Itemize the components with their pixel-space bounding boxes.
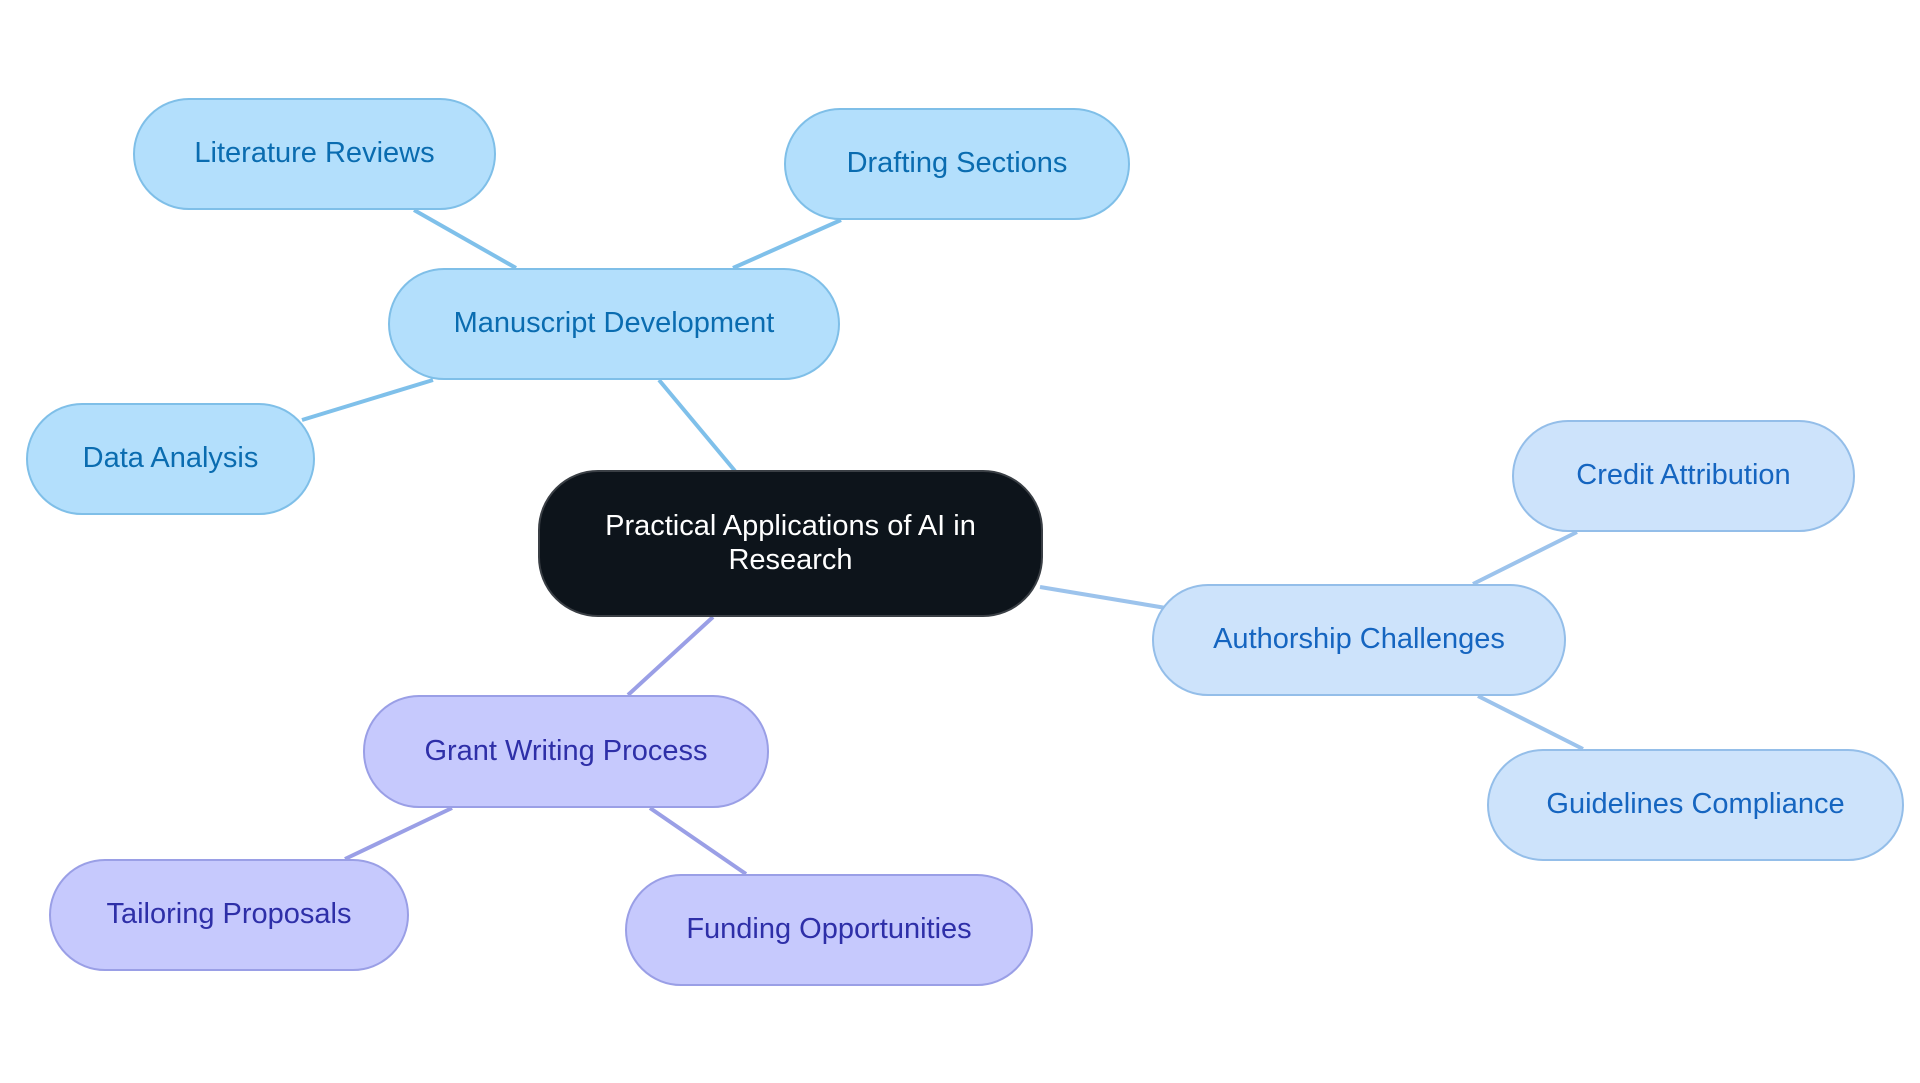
node-label: Guidelines Compliance [1546, 788, 1845, 821]
edge-root-authorship [1039, 585, 1167, 610]
edge-manuscript-literature [413, 208, 517, 270]
edge-root-manuscript [657, 378, 737, 473]
edge-grant-tailoring [344, 806, 453, 861]
node-label: Data Analysis [82, 442, 259, 475]
node-credit-attribution[interactable]: Credit Attribution [1512, 420, 1855, 532]
node-data-analysis[interactable]: Data Analysis [26, 403, 315, 515]
node-manuscript-development[interactable]: Manuscript Development [388, 268, 840, 380]
root-node[interactable]: Practical Applications of AI in Research [538, 470, 1043, 617]
node-literature-reviews[interactable]: Literature Reviews [133, 98, 496, 210]
node-label: Literature Reviews [194, 137, 435, 170]
node-label: Grant Writing Process [424, 734, 708, 767]
edge-manuscript-data [301, 378, 434, 422]
node-guidelines-compliance[interactable]: Guidelines Compliance [1487, 749, 1904, 861]
edge-authorship-credit [1472, 530, 1578, 586]
node-authorship-challenges[interactable]: Authorship Challenges [1152, 584, 1566, 696]
node-label: Credit Attribution [1576, 459, 1791, 492]
edge-authorship-guidelines [1477, 694, 1584, 751]
node-label: Manuscript Development [453, 307, 775, 340]
node-funding-opportunities[interactable]: Funding Opportunities [625, 874, 1033, 986]
node-label: Funding Opportunities [686, 913, 972, 946]
node-label: Authorship Challenges [1213, 623, 1505, 656]
node-label: Drafting Sections [846, 147, 1068, 180]
edge-root-grant [626, 615, 715, 697]
edge-manuscript-drafting [732, 218, 842, 270]
node-drafting-sections[interactable]: Drafting Sections [784, 108, 1130, 220]
root-label: Practical Applications of AI in Research [605, 510, 976, 576]
node-grant-writing-process[interactable]: Grant Writing Process [363, 695, 769, 808]
node-tailoring-proposals[interactable]: Tailoring Proposals [49, 859, 409, 971]
node-label: Tailoring Proposals [106, 898, 352, 931]
edge-grant-funding [648, 806, 748, 876]
